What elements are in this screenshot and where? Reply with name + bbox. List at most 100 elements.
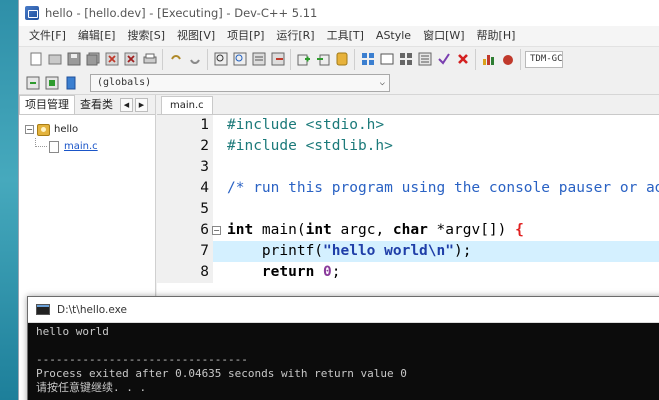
code-token: 0	[323, 264, 332, 280]
menu-help[interactable]: 帮助[H]	[471, 26, 522, 46]
toolbar-search-group	[208, 48, 291, 70]
scope-select[interactable]: (globals) ⌵	[90, 73, 390, 92]
code-token: );	[453, 243, 472, 259]
code-line[interactable]: 2 #include <stdlib.h>	[157, 136, 659, 157]
code-line[interactable]: 6− int main(int argc, char *argv[]) {	[157, 220, 659, 241]
compile-run-icon[interactable]	[397, 51, 414, 68]
code-line[interactable]: 8 return 0;	[157, 262, 659, 283]
main-toolbar: TDM-GCC	[19, 46, 659, 71]
tree-connector	[35, 138, 47, 147]
goto-bookmark-icon[interactable]	[62, 74, 79, 91]
window-titlebar: hello - [hello.dev] - [Executing] - Dev-…	[19, 0, 659, 26]
compiler-select[interactable]: TDM-GCC	[525, 50, 563, 68]
debug-icon[interactable]	[499, 51, 516, 68]
editor-tabs: main.c	[157, 95, 659, 115]
profile-icon[interactable]	[480, 51, 497, 68]
syntax-check-icon[interactable]	[435, 51, 452, 68]
remove-from-project-icon[interactable]	[314, 51, 331, 68]
menu-bar: 文件[F] 编辑[E] 搜索[S] 视图[V] 项目[P] 运行[R] 工具[T…	[19, 26, 659, 46]
console-line: 请按任意键继续. . .	[36, 381, 147, 394]
close-file-icon[interactable]	[103, 51, 120, 68]
code-token: argc,	[331, 222, 393, 238]
tree-file-label: main.c	[64, 141, 98, 152]
redo-icon[interactable]	[186, 51, 203, 68]
code-line[interactable]: 1 #include <stdio.h>	[157, 115, 659, 136]
tab-classes[interactable]: 查看类	[75, 96, 118, 114]
line-number: 8	[157, 262, 213, 283]
goto-function-icon[interactable]	[269, 51, 286, 68]
tab-scroll-left-icon[interactable]: ◀	[120, 98, 133, 112]
menu-astyle[interactable]: AStyle	[370, 26, 417, 46]
line-number: 6−	[157, 220, 221, 241]
run-icon[interactable]	[378, 51, 395, 68]
close-all-icon[interactable]	[122, 51, 139, 68]
toolbar-project-group	[291, 48, 355, 70]
code-line[interactable]: 5	[157, 199, 659, 220]
save-icon[interactable]	[65, 51, 82, 68]
tree-project-label: hello	[54, 124, 79, 135]
find-icon[interactable]	[212, 51, 229, 68]
console-app-icon	[36, 304, 50, 315]
tab-project[interactable]: 项目管理	[19, 95, 75, 114]
stop-execution-icon[interactable]	[454, 51, 471, 68]
fold-toggle-icon[interactable]: −	[212, 226, 221, 235]
code-token: int	[227, 222, 254, 238]
code-line[interactable]: 7 printf("hello world\n");	[157, 241, 659, 262]
menu-search[interactable]: 搜索[S]	[121, 26, 171, 46]
undo-icon[interactable]	[167, 51, 184, 68]
line-number: 1	[157, 115, 213, 136]
tree-item-project[interactable]: − hello	[25, 121, 155, 138]
tab-main-c[interactable]: main.c	[161, 96, 213, 114]
new-file-icon[interactable]	[27, 51, 44, 68]
code-token: main(	[253, 222, 306, 238]
toolbar-profile-group	[476, 48, 521, 70]
code-token: *argv[])	[427, 222, 516, 238]
menu-window[interactable]: 窗口[W]	[417, 26, 470, 46]
code-token: int	[305, 222, 332, 238]
code-token: printf(	[227, 243, 324, 259]
rebuild-all-icon[interactable]	[416, 51, 433, 68]
code-text: return 0;	[213, 262, 341, 283]
compile-icon[interactable]	[359, 51, 376, 68]
menu-edit[interactable]: 编辑[E]	[72, 26, 122, 46]
replace-icon[interactable]	[231, 51, 248, 68]
code-area[interactable]: 1 #include <stdio.h> 2 #include <stdlib.h> 3…	[157, 115, 659, 283]
save-all-icon[interactable]	[84, 51, 101, 68]
code-line[interactable]: 3	[157, 157, 659, 178]
project-icon	[37, 123, 50, 136]
project-options-icon[interactable]	[333, 51, 350, 68]
menu-project[interactable]: 项目[P]	[221, 26, 270, 46]
open-project-icon[interactable]	[46, 51, 63, 68]
console-title: D:\t\hello.exe	[57, 303, 127, 316]
class-toolbar: (globals) ⌵	[19, 71, 659, 95]
code-token: return	[261, 264, 315, 280]
line-number: 4	[157, 178, 213, 199]
tree-item-file[interactable]: main.c	[25, 138, 155, 155]
scope-select-value: (globals)	[97, 77, 152, 88]
console-line: --------------------------------	[36, 353, 248, 366]
menu-file[interactable]: 文件[F]	[23, 26, 72, 46]
toggle-bookmark-icon[interactable]	[43, 74, 60, 91]
tab-scroll-right-icon[interactable]: ▶	[135, 98, 148, 112]
console-window: D:\t\hello.exe hello world -------------…	[27, 296, 659, 400]
menu-execute[interactable]: 运行[R]	[270, 26, 320, 46]
toolbar-compile-group	[355, 48, 476, 70]
line-number: 7	[157, 241, 213, 262]
menu-view[interactable]: 视图[V]	[171, 26, 221, 46]
toolbar-file-group	[23, 48, 163, 70]
code-line[interactable]: 4 /* run this program using the console p…	[157, 178, 659, 199]
add-to-project-icon[interactable]	[295, 51, 312, 68]
print-icon[interactable]	[141, 51, 158, 68]
chevron-down-icon: ⌵	[379, 77, 385, 88]
toolbar-undo-group	[163, 48, 208, 70]
collapse-icon[interactable]: −	[25, 125, 34, 134]
code-text: #include <stdlib.h>	[213, 136, 393, 157]
code-text: #include <stdio.h>	[213, 115, 384, 136]
insert-icon[interactable]	[24, 74, 41, 91]
menu-tools[interactable]: 工具[T]	[321, 26, 370, 46]
goto-line-icon[interactable]	[250, 51, 267, 68]
project-pane-tabs: 项目管理 查看类 ◀ ▶	[19, 95, 155, 115]
console-output: hello world ----------------------------…	[28, 323, 659, 395]
